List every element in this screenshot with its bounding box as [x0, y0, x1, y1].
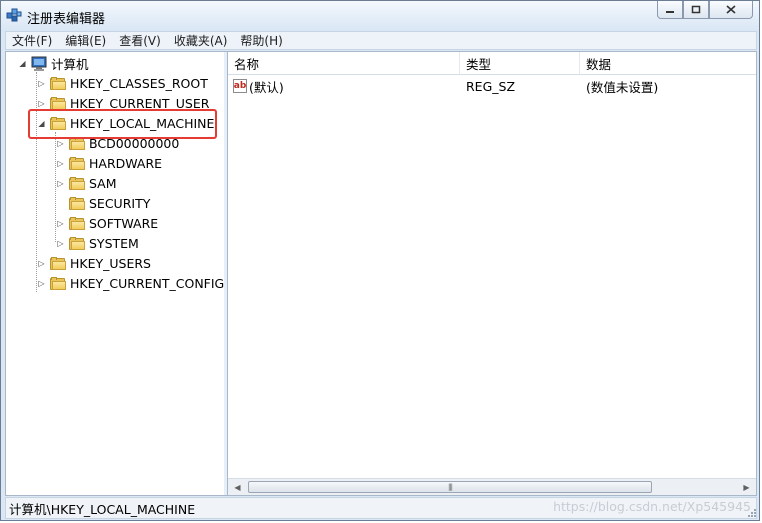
regedit-window: 注册表编辑器 文件(F) 编辑(E) 查看(V) 收藏夹(A) 帮助(H) ◢ [0, 0, 760, 521]
close-icon [726, 5, 736, 14]
tree-node-security[interactable]: SECURITY [56, 193, 150, 213]
menu-edit[interactable]: 编辑(E) [59, 32, 113, 49]
menu-help[interactable]: 帮助(H) [234, 32, 289, 49]
folder-icon [69, 236, 85, 250]
folder-icon [69, 176, 85, 190]
tree-node-label: HARDWARE [89, 155, 163, 171]
expand-arrow-icon[interactable]: ▷ [37, 79, 46, 88]
horizontal-scrollbar[interactable]: ◀ ||| ▶ [228, 478, 756, 495]
minimize-icon [666, 10, 674, 13]
tree-node-label: SECURITY [89, 195, 151, 211]
tree-node-label: HKEY_CURRENT_CONFIG [70, 275, 225, 291]
tree-node-label: HKEY_CLASSES_ROOT [70, 75, 208, 91]
tree-node-software[interactable]: ▷ SOFTWARE [56, 213, 158, 233]
registry-tree[interactable]: ◢ 计算机 ▷ HKEY_CLASSES_ROOT ▷ HKEY_CURRENT… [6, 52, 225, 495]
computer-icon [31, 56, 47, 71]
watermark: https://blog.csdn.net/Xp545945 [553, 499, 751, 514]
resize-grip-icon[interactable] [745, 506, 757, 518]
value-data: (数值未设置) [586, 79, 659, 95]
status-path: 计算机\HKEY_LOCAL_MACHINE [9, 501, 196, 517]
folder-icon [50, 256, 66, 270]
main-content: ◢ 计算机 ▷ HKEY_CLASSES_ROOT ▷ HKEY_CURRENT… [5, 51, 757, 496]
minimize-button[interactable] [657, 1, 683, 19]
expand-arrow-icon[interactable]: ▷ [37, 259, 46, 268]
folder-icon [69, 216, 85, 230]
list-item[interactable]: ab (默认) REG_SZ (数值未设置) [228, 76, 756, 96]
expand-arrow-icon[interactable]: ▷ [37, 99, 46, 108]
menu-bar: 文件(F) 编辑(E) 查看(V) 收藏夹(A) 帮助(H) [5, 31, 757, 50]
folder-icon [50, 96, 66, 110]
maximize-button[interactable] [683, 1, 709, 19]
values-list[interactable]: 名称 类型 数据 ab (默认) REG_SZ (数值未设置) [228, 52, 756, 495]
scroll-left-arrow-icon[interactable]: ◀ [229, 479, 246, 495]
expand-arrow-icon[interactable]: ▷ [37, 279, 46, 288]
value-name-cell: ab (默认) [228, 77, 460, 96]
expand-arrow-icon[interactable]: ▷ [56, 239, 65, 248]
window-title: 注册表编辑器 [27, 12, 106, 27]
string-value-icon: ab [233, 79, 247, 93]
expander-placeholder [56, 199, 65, 208]
column-header-data[interactable]: 数据 [580, 52, 756, 74]
tree-node-label: SOFTWARE [89, 215, 159, 231]
tree-node-hkey-current-config[interactable]: ▷ HKEY_CURRENT_CONFIG [37, 273, 224, 293]
list-header: 名称 类型 数据 [228, 52, 756, 75]
folder-icon [69, 196, 85, 210]
menu-view[interactable]: 查看(V) [113, 32, 168, 49]
tree-node-system[interactable]: ▷ SYSTEM [56, 233, 139, 253]
tree-node-label: SAM [89, 175, 117, 191]
maximize-icon [691, 5, 701, 14]
expand-arrow-icon[interactable]: ▷ [56, 159, 65, 168]
menu-favorites[interactable]: 收藏夹(A) [168, 32, 235, 49]
column-header-type[interactable]: 类型 [460, 52, 580, 74]
scroll-thumb[interactable]: ||| [248, 481, 652, 493]
folder-icon [69, 156, 85, 170]
tree-node-hardware[interactable]: ▷ HARDWARE [56, 153, 162, 173]
close-button[interactable] [709, 1, 753, 19]
column-header-name[interactable]: 名称 [228, 52, 460, 74]
menu-file[interactable]: 文件(F) [6, 32, 59, 49]
tree-node-hkey-users[interactable]: ▷ HKEY_USERS [37, 253, 151, 273]
folder-icon [50, 76, 66, 90]
collapse-arrow-icon[interactable]: ◢ [18, 59, 27, 68]
expand-arrow-icon[interactable]: ▷ [56, 139, 65, 148]
value-type: REG_SZ [466, 78, 516, 94]
window-controls [657, 1, 753, 19]
scroll-right-arrow-icon[interactable]: ▶ [738, 479, 755, 495]
tree-node-label: 计算机 [51, 56, 89, 72]
folder-icon [50, 276, 66, 290]
tree-node-label: SYSTEM [89, 235, 139, 251]
regedit-app-icon [6, 8, 22, 22]
tree-node-label: HKEY_USERS [70, 255, 151, 271]
expand-arrow-icon[interactable]: ▷ [56, 219, 65, 228]
tree-node-hkey-classes-root[interactable]: ▷ HKEY_CLASSES_ROOT [37, 73, 208, 93]
tree-node-sam[interactable]: ▷ SAM [56, 173, 117, 193]
value-name: (默认) [249, 79, 284, 95]
highlight-box [28, 109, 217, 139]
tree-node-computer[interactable]: ◢ 计算机 [18, 53, 89, 73]
expand-arrow-icon[interactable]: ▷ [56, 179, 65, 188]
title-bar[interactable]: 注册表编辑器 [1, 1, 759, 31]
